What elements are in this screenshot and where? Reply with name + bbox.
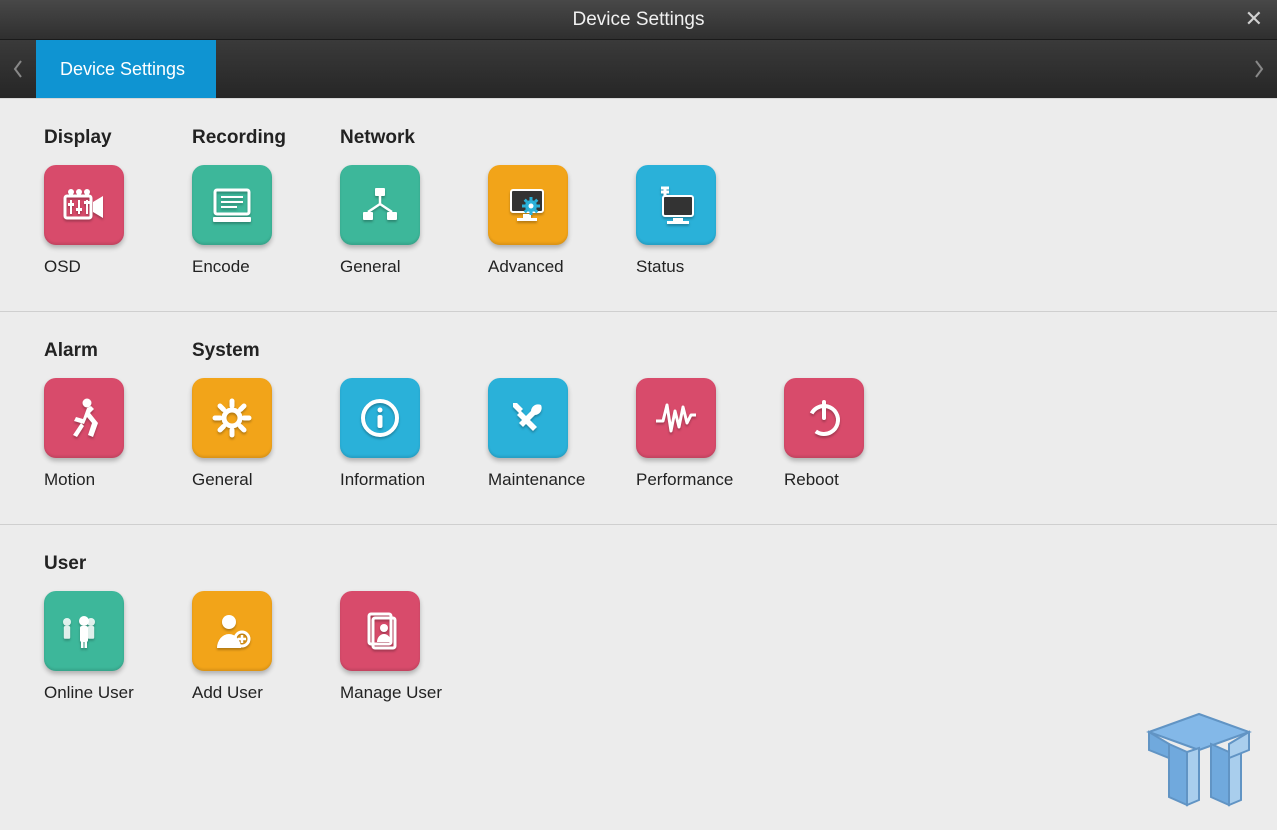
setting-status[interactable]: Status <box>636 165 784 277</box>
computer-gear-icon <box>488 165 568 245</box>
info-icon <box>340 378 420 458</box>
tools-icon <box>488 378 568 458</box>
setting-label: Maintenance <box>488 470 585 490</box>
tab-label: Device Settings <box>60 59 185 80</box>
setting-label: Online User <box>44 683 134 703</box>
power-icon <box>784 378 864 458</box>
setting-online-user[interactable]: Online User <box>44 591 192 703</box>
setting-osd[interactable]: OSD <box>44 165 192 277</box>
users-group-icon <box>44 591 124 671</box>
setting-advanced[interactable]: Advanced <box>488 165 636 277</box>
monitor-list-icon <box>192 165 272 245</box>
setting-label: Manage User <box>340 683 442 703</box>
setting-motion[interactable]: Motion <box>44 378 192 490</box>
setting-reboot[interactable]: Reboot <box>784 378 932 490</box>
camera-sliders-icon <box>44 165 124 245</box>
tab-next-icon[interactable] <box>1241 40 1277 98</box>
setting-encode[interactable]: Encode <box>192 165 340 277</box>
content-area: DisplayRecordingNetwork OSD Encode Gener… <box>0 98 1277 830</box>
setting-label: Add User <box>192 683 263 703</box>
setting-add-user[interactable]: Add User <box>192 591 340 703</box>
section-header: Display <box>44 127 192 149</box>
setting-maintenance[interactable]: Maintenance <box>488 378 636 490</box>
setting-information[interactable]: Information <box>340 378 488 490</box>
tab-device-settings[interactable]: Device Settings <box>36 40 216 98</box>
settings-section: DisplayRecordingNetwork OSD Encode Gener… <box>0 99 1277 312</box>
settings-section: AlarmSystem Motion General Information M… <box>0 312 1277 525</box>
titlebar: Device Settings ✕ <box>0 0 1277 40</box>
section-header: System <box>192 340 340 362</box>
running-person-icon <box>44 378 124 458</box>
setting-manage-user[interactable]: Manage User <box>340 591 488 703</box>
setting-label: Advanced <box>488 257 564 277</box>
close-icon[interactable]: ✕ <box>1245 8 1263 30</box>
setting-label: OSD <box>44 257 81 277</box>
window-title: Device Settings <box>572 9 704 31</box>
user-docs-icon <box>340 591 420 671</box>
tab-bar: Device Settings <box>0 40 1277 98</box>
waveform-icon <box>636 378 716 458</box>
setting-label: Status <box>636 257 684 277</box>
setting-label: Encode <box>192 257 250 277</box>
setting-label: Information <box>340 470 425 490</box>
setting-performance[interactable]: Performance <box>636 378 784 490</box>
setting-label: Performance <box>636 470 733 490</box>
setting-label: Motion <box>44 470 95 490</box>
setting-label: General <box>192 470 252 490</box>
section-header: User <box>44 553 192 575</box>
monitor-antenna-icon <box>636 165 716 245</box>
settings-section: User Online User Add User Manage User <box>0 525 1277 737</box>
tab-prev-icon[interactable] <box>0 40 36 98</box>
setting-label: General <box>340 257 400 277</box>
gear-icon <box>192 378 272 458</box>
section-header: Alarm <box>44 340 192 362</box>
user-plus-icon <box>192 591 272 671</box>
network-nodes-icon <box>340 165 420 245</box>
setting-general[interactable]: General <box>192 378 340 490</box>
section-header: Recording <box>192 127 340 149</box>
setting-label: Reboot <box>784 470 839 490</box>
section-header: Network <box>340 127 488 149</box>
setting-general[interactable]: General <box>340 165 488 277</box>
watermark-logo-icon <box>1119 692 1269 822</box>
